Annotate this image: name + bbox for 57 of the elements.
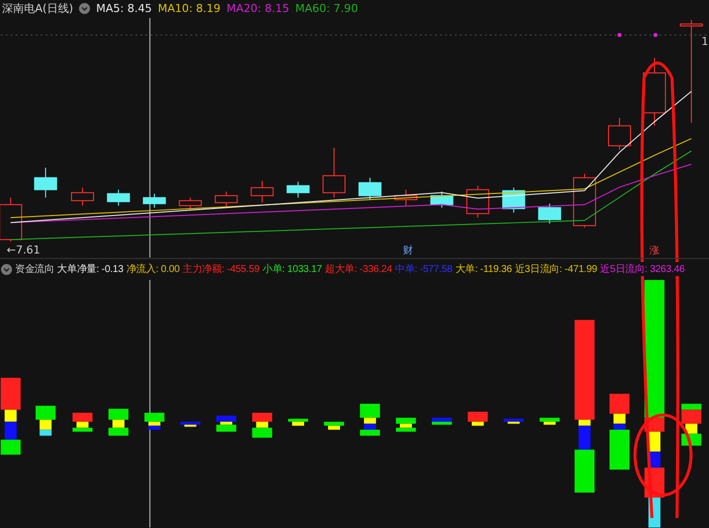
candlestick (71, 187, 94, 206)
event-marker[interactable]: 涨 (649, 246, 660, 257)
moving-average-label: MA20: 8.15 (226, 2, 290, 16)
indicator-value: 近3日流向: -471.99 (514, 262, 598, 276)
event-marker[interactable]: 财 (402, 246, 413, 257)
money-flow-bar (504, 419, 524, 424)
candlestick (322, 147, 346, 198)
indicator-value: 净流入: 0.00 (126, 262, 180, 276)
money-flow-bar (468, 412, 488, 426)
candlestick (642, 57, 666, 126)
moving-average-label: MA5: 8.45 (96, 2, 152, 16)
money-flow-bar (216, 416, 236, 432)
indicator-value: 大单净量: -0.13 (57, 262, 124, 276)
moving-average-label: MA60: 7.90 (295, 2, 358, 16)
money-flow-bar (396, 418, 416, 432)
money-flow-bar (288, 419, 308, 426)
money-flow-bar (180, 422, 200, 428)
price-label: ←7.61 (6, 244, 40, 257)
money-flow-bar (252, 413, 272, 438)
money-flow-bar (324, 422, 344, 430)
candlestick (358, 177, 382, 200)
money-flow-bar (72, 413, 92, 432)
candlestick (573, 173, 596, 228)
candlestick (250, 180, 274, 204)
money-flow-bar (36, 406, 56, 436)
money-flow-bar (108, 409, 128, 436)
candlestick (394, 189, 418, 206)
dropdown-icon[interactable] (79, 3, 90, 14)
money-flow-bar (540, 418, 560, 426)
dropdown-icon[interactable] (1, 264, 12, 275)
candlestick (34, 167, 58, 198)
price-label: 1 (701, 34, 708, 48)
marker-dot (653, 32, 658, 37)
candlestick (502, 187, 526, 214)
money-flow-bar (681, 404, 702, 446)
moving-average-label: MA10: 8.19 (158, 2, 221, 16)
candlestick (430, 191, 454, 208)
candlestick (214, 191, 238, 208)
candlestick (538, 203, 562, 224)
stock-title: 深南电A(日线) (2, 1, 74, 16)
candlestick (466, 185, 490, 218)
money-flow-bar (360, 404, 380, 436)
money-flow-bar (144, 413, 164, 430)
candlestick (608, 117, 631, 150)
marker-dot (618, 32, 622, 37)
candlestick (106, 189, 130, 206)
indicator-title: 资金流向 (15, 262, 54, 276)
indicator-value: 近5日流向: 3263.46 (600, 262, 685, 276)
indicator-value: 大单: -119.36 (455, 262, 512, 276)
indicator-value: 超大单: -336.24 (324, 262, 392, 276)
candlestick (178, 197, 202, 210)
indicator-value: 小单: 1033.17 (262, 262, 322, 276)
money-flow-bar (432, 418, 452, 426)
candlestick (286, 181, 310, 198)
indicator-value: 中单: -577.58 (395, 262, 452, 276)
candlestick (142, 193, 166, 208)
indicator-value: 主力净额: -455.59 (182, 262, 260, 276)
